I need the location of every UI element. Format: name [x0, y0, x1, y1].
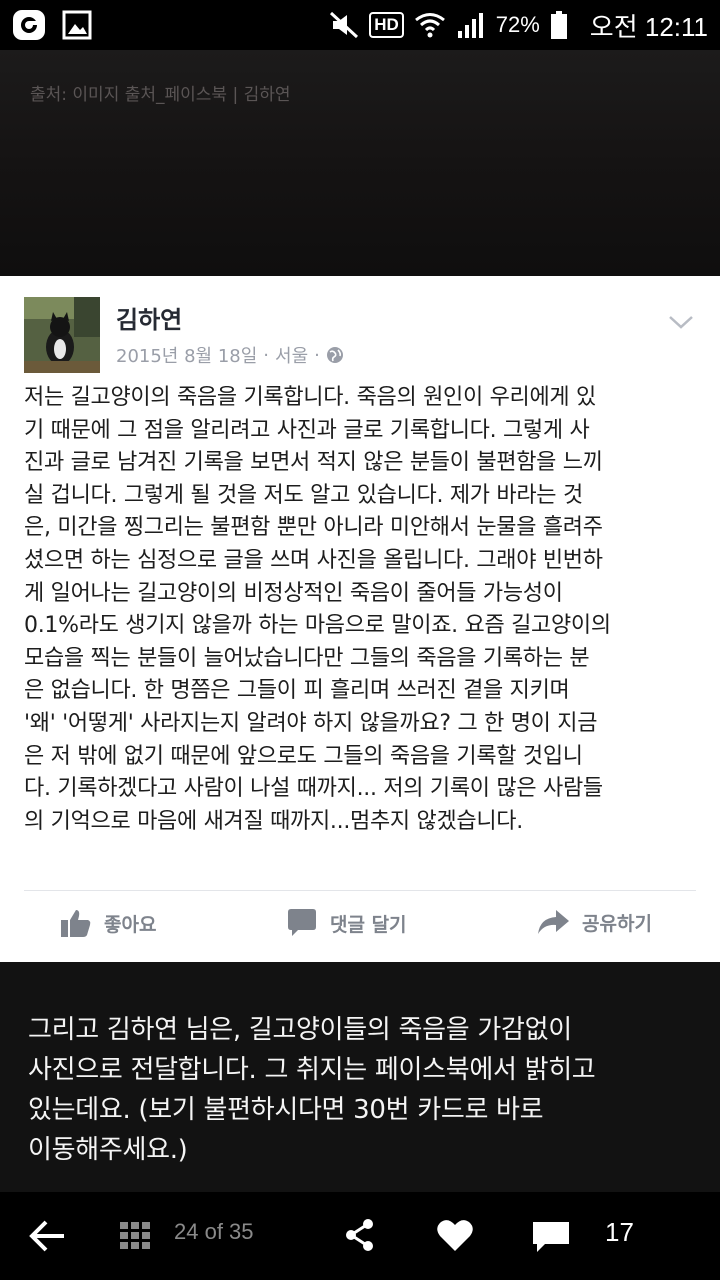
status-bar: HD 72% 오전 12:11 — [0, 0, 720, 50]
meta-separator-2: · — [314, 344, 320, 366]
cat-photo-icon — [24, 297, 100, 373]
meta-separator: · — [263, 344, 270, 366]
comment-bubble-icon[interactable] — [531, 1220, 571, 1254]
share-label: 공유하기 — [582, 912, 652, 935]
divider — [24, 890, 696, 891]
back-arrow-icon[interactable] — [28, 1219, 66, 1253]
top-image-area: 출처: 이미지 출처_페이스북 | 김하연 — [0, 50, 720, 276]
hd-badge: HD — [369, 12, 404, 38]
post-body-line: 저는 길고양이의 죽음을 기록합니다. 죽음의 원인이 우리에게 있 — [24, 385, 596, 410]
chevron-down-icon[interactable] — [666, 310, 696, 334]
o-app-icon — [13, 10, 45, 40]
post-body-line: 은 없습니다. 한 명쯤은 그들이 피 흘리며 쓰러진 곁을 지키며 — [24, 678, 570, 704]
post-body-line: 실 겁니다. 그렇게 될 것을 저도 알고 있습니다. 제가 바라는 것 — [24, 482, 583, 508]
post-body-line: 다. 기록하겠다고 사람이 나설 때까지... 저의 기록이 많은 사람들 — [24, 776, 603, 802]
post-body-line: 은 저 밖에 없기 때문에 앞으로도 그들의 죽음을 기록할 것입니 — [24, 743, 583, 769]
like-label: 좋아요 — [104, 913, 157, 936]
post-body-line: 기 때문에 그 점을 알리려고 사진과 글로 기록합니다. 그렇게 사 — [24, 417, 590, 443]
grid-icon[interactable] — [120, 1222, 150, 1250]
caption-line: 사진으로 전달합니다. 그 취지는 페이스북에서 밝히고 — [28, 1055, 596, 1085]
post-body-line: '왜' '어떻게' 사라지는지 알려야 하지 않을까요? 그 한 명이 지금 — [24, 710, 598, 736]
card-caption: 그리고 김하연 님은, 길고양이들의 죽음을 가감없이사진으로 전달합니다. 그… — [0, 962, 720, 1192]
post-body-line: 모습을 찍는 분들이 늘어났습니다만 그들의 죽음을 기록하는 분 — [24, 645, 590, 671]
like-button[interactable]: 좋아요 — [60, 908, 156, 938]
share-arrow-icon — [538, 910, 569, 934]
comment-button[interactable]: 댓글 달기 — [286, 908, 407, 938]
wifi-icon — [414, 13, 445, 38]
battery-percent: 72% — [495, 12, 540, 37]
share-button[interactable]: 공유하기 — [536, 908, 652, 936]
avatar[interactable] — [24, 297, 100, 373]
comment-count: 17 — [605, 1217, 634, 1247]
author-name[interactable]: 김하연 — [116, 300, 182, 335]
gallery-icon — [62, 10, 92, 40]
post-body-line: 0.1%라도 생기지 않을까 하는 마음으로 말이죠. 요즘 길고양이의 — [24, 613, 611, 639]
battery-icon — [550, 11, 567, 39]
post-actions: 좋아요 댓글 달기 공유하기 — [0, 908, 720, 948]
source-caption: 출처: 이미지 출처_페이스북 | 김하연 — [30, 85, 291, 105]
share-icon[interactable] — [344, 1218, 376, 1252]
caption-line: 이동해주세요.) — [28, 1135, 188, 1165]
comment-icon — [288, 909, 316, 936]
post-date[interactable]: 2015년 8월 18일 — [116, 342, 257, 368]
status-time: 오전 12:11 — [589, 11, 708, 42]
post-body-line: 셨으면 하는 심정으로 글을 쓰며 사진을 올립니다. 그래야 빈번하 — [24, 547, 603, 573]
facebook-post-card: 김하연 2015년 8월 18일 · 서울 · 저는 길고양이의 죽음을 기록합… — [0, 276, 720, 962]
heart-icon[interactable] — [436, 1218, 474, 1252]
post-location[interactable]: 서울 — [275, 342, 308, 368]
post-meta: 2015년 8월 18일 · 서울 · — [116, 342, 344, 368]
mute-icon — [330, 11, 359, 39]
post-body-line: 은, 미간을 찡그리는 불편함 뿐만 아니라 미안해서 눈물을 흘려주 — [24, 515, 603, 541]
post-body-line: 진과 글로 남겨진 기록을 보면서 적지 않은 분들이 불편함을 느끼 — [24, 450, 603, 476]
signal-icon — [457, 13, 483, 38]
page-counter: 24 of 35 — [174, 1219, 254, 1244]
comment-label: 댓글 달기 — [330, 913, 407, 936]
bottom-nav: 24 of 35 17 — [0, 1192, 720, 1280]
post-body: 저는 길고양이의 죽음을 기록합니다. 죽음의 원인이 우리에게 있기 때문에 … — [24, 382, 710, 838]
thumbs-up-icon — [61, 910, 91, 937]
post-body-line: 게 일어나는 길고양이의 비정상적인 죽음이 줄어들 가능성이 — [24, 580, 563, 606]
caption-line: 있는데요. (보기 불편하시다면 30번 카드로 바로 — [28, 1095, 544, 1125]
caption-line: 그리고 김하연 님은, 길고양이들의 죽음을 가감없이 — [28, 1015, 572, 1045]
caption-text: 그리고 김하연 님은, 길고양이들의 죽음을 가감없이사진으로 전달합니다. 그… — [28, 1010, 698, 1170]
post-body-line: 의 기억으로 마음에 새겨질 때까지...멈추지 않겠습니다. — [24, 808, 523, 834]
globe-icon — [326, 347, 343, 363]
